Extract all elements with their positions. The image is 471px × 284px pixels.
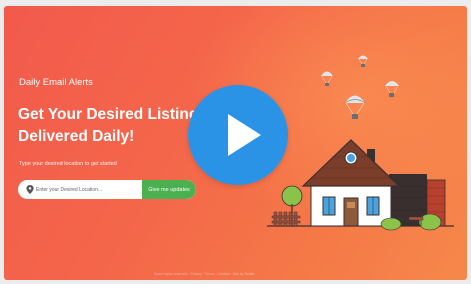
parachute-small-3 bbox=[385, 81, 399, 97]
parachute-small-1 bbox=[321, 71, 333, 86]
eyebrow-label: Daily Email Alerts bbox=[19, 77, 93, 88]
house-illustration bbox=[267, 55, 454, 231]
location-input[interactable] bbox=[36, 183, 136, 196]
location-search-form: Give me updates bbox=[18, 180, 196, 199]
search-hint: Type your desired location to get starte… bbox=[19, 161, 117, 167]
play-icon bbox=[228, 114, 261, 156]
map-pin-icon bbox=[26, 185, 34, 194]
fence bbox=[271, 211, 301, 227]
video-play-button[interactable] bbox=[188, 85, 288, 185]
parachute-small-2 bbox=[358, 55, 368, 67]
house bbox=[301, 139, 446, 227]
parachute-large bbox=[344, 95, 366, 119]
footer-text: Some rights reserved · Privacy · Terms ·… bbox=[154, 272, 255, 276]
